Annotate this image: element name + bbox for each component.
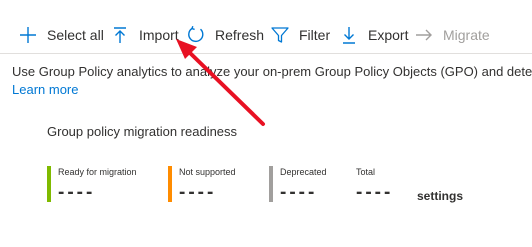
- export-button[interactable]: Export: [339, 20, 408, 50]
- stat-unit: settings: [417, 189, 464, 203]
- stat-value: ----: [179, 182, 217, 203]
- status-color-bar: [168, 166, 172, 202]
- page-description: Use Group Policy analytics to analyze yo…: [12, 64, 532, 79]
- stat-value: ----: [280, 182, 318, 203]
- download-arrow-icon: [339, 25, 359, 45]
- export-label: Export: [368, 27, 409, 43]
- upload-arrow-icon: [110, 25, 130, 45]
- arrow-right-icon: [414, 25, 434, 45]
- select-all-label: Select all: [47, 27, 104, 43]
- refresh-icon: [186, 25, 206, 45]
- readiness-title: Group policy migration readiness: [47, 124, 238, 139]
- learn-more-link[interactable]: Learn more: [12, 82, 78, 97]
- stat-ready-for-migration: Ready for migration ----: [47, 166, 157, 203]
- status-color-bar: [269, 166, 273, 202]
- filter-button[interactable]: Filter: [270, 20, 330, 50]
- filter-icon: [270, 25, 290, 45]
- import-label: Import: [139, 27, 179, 43]
- stat-total: Total ---- settings: [345, 166, 475, 203]
- refresh-button[interactable]: Refresh: [186, 20, 264, 50]
- stat-label: Not supported: [179, 167, 236, 177]
- migrate-button[interactable]: Migrate: [414, 20, 490, 50]
- stat-label: Deprecated: [280, 167, 327, 177]
- stat-value: ----: [356, 182, 394, 203]
- stat-deprecated: Deprecated ----: [269, 166, 349, 203]
- migrate-label: Migrate: [443, 27, 490, 43]
- filter-label: Filter: [299, 27, 331, 43]
- status-color-bar: [47, 166, 51, 202]
- command-bar: Select all Import Refresh Filter Export …: [0, 0, 532, 54]
- import-button[interactable]: Import: [110, 20, 179, 50]
- stat-value: ----: [58, 182, 96, 203]
- refresh-label: Refresh: [215, 27, 265, 43]
- stat-not-supported: Not supported ----: [168, 166, 258, 203]
- stat-label: Total: [356, 167, 376, 177]
- stat-label: Ready for migration: [58, 167, 137, 177]
- plus-icon: [18, 25, 38, 45]
- select-all-button[interactable]: Select all: [18, 20, 104, 50]
